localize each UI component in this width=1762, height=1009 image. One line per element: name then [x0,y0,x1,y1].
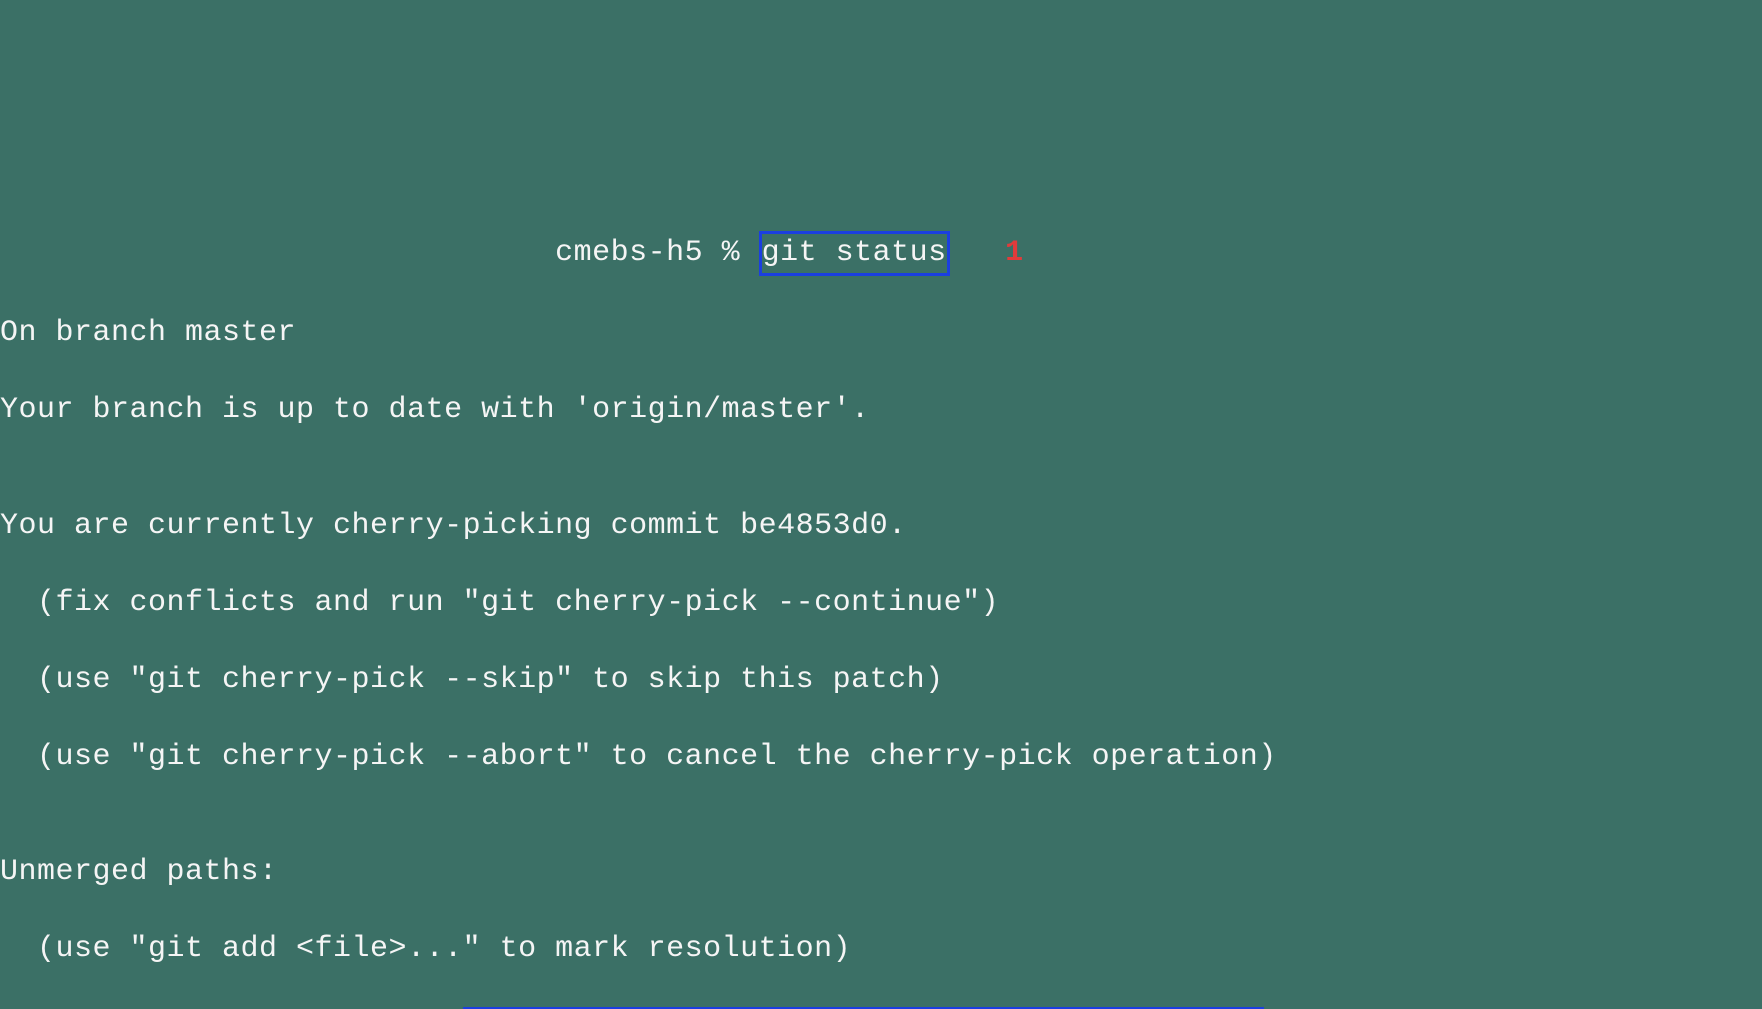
cmd-text: git status [762,236,947,270]
output-both-modified: both modified: src/views/sal al.vue 2 [0,1007,1762,1009]
output-useadd: (use "git add <file>..." to mark resolut… [0,930,1762,969]
terminal-window[interactable]: cmebs-h5 % git status 1 On branch master… [0,193,1762,1009]
conflict-file-box: src/views/sal al.vue [463,1007,1265,1009]
git-status-command: git status [759,231,950,276]
output-unmerged: Unmerged paths: [0,853,1762,892]
output-cherry-fix: (fix conflicts and run "git cherry-pick … [0,584,1762,623]
output-uptodate: Your branch is up to date with 'origin/m… [0,391,1762,430]
prompt-text: cmebs-h5 % [0,236,759,270]
output-cherry-abort: (use "git cherry-pick --abort" to cancel… [0,738,1762,777]
annotation-1: 1 [1005,236,1024,270]
output-branch: On branch master [0,314,1762,353]
prompt-line-1: cmebs-h5 % git status 1 [0,231,1762,276]
output-cherry-head: You are currently cherry-picking commit … [0,507,1762,546]
output-cherry-skip: (use "git cherry-pick --skip" to skip th… [0,661,1762,700]
